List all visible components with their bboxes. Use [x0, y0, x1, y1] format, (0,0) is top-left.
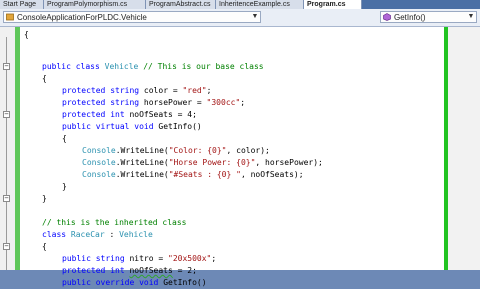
code-text-area[interactable]: { public class Vehicle // This is our ba…: [20, 27, 444, 287]
code-editor[interactable]: − − − − { public class Vehicle // This i…: [0, 27, 480, 287]
code-line: class RaceCar : Vehicle: [42, 230, 153, 239]
code-line: public override void GetInfo(): [62, 278, 207, 287]
document-tab-strip: Start Page ProgramPolymorphism.cs Progra…: [0, 0, 480, 9]
code-line: Console.WriteLine("#Seats : {0} ", noOfS…: [82, 170, 304, 179]
code-line: {: [42, 74, 47, 83]
member-dropdown-value: GetInfo(): [394, 13, 426, 22]
code-line: Console.WriteLine("Horse Power: {0}", ho…: [82, 158, 323, 167]
tab-program-polymorphism[interactable]: ProgramPolymorphism.cs: [44, 0, 146, 9]
tab-label: ProgramPolymorphism.cs: [47, 1, 128, 8]
tab-program-cs[interactable]: Program.cs: [304, 0, 362, 9]
code-line: // this is the inherited class: [42, 218, 187, 227]
collapse-icon[interactable]: −: [3, 243, 10, 250]
code-line: public virtual void GetInfo(): [62, 122, 202, 131]
chevron-down-icon[interactable]: ▼: [250, 12, 260, 22]
code-line: {: [24, 30, 29, 39]
tab-label: Start Page: [3, 1, 37, 8]
tab-program-abstract[interactable]: ProgramAbstract.cs: [146, 0, 216, 9]
code-line: protected int noOfSeats = 4;: [62, 110, 197, 119]
chevron-down-icon[interactable]: ▼: [466, 12, 476, 22]
code-line: protected string horsePower = "300cc";: [62, 98, 246, 107]
tab-label: ProgramAbstract.cs: [149, 1, 211, 8]
code-line: public string nitro = "20x500x";: [62, 254, 217, 263]
tab-label: InheritenceExample.cs: [219, 1, 290, 8]
class-dropdown[interactable]: ConsoleApplicationForPLDC.Vehicle ▼: [3, 11, 261, 23]
member-dropdown[interactable]: GetInfo() ▼: [380, 11, 477, 23]
collapse-icon[interactable]: −: [3, 195, 10, 202]
tab-label: Program.cs: [307, 1, 346, 8]
class-icon: [6, 13, 14, 21]
class-dropdown-value: ConsoleApplicationForPLDC.Vehicle: [17, 13, 147, 22]
code-line: protected string color = "red";: [62, 86, 212, 95]
code-line: {: [42, 242, 47, 251]
outline-guide: [6, 37, 7, 270]
code-line: }: [62, 182, 67, 191]
code-line: protected int noOfSeats = 2;: [62, 266, 197, 275]
code-line: public class Vehicle // This is our base…: [42, 62, 264, 71]
collapse-icon[interactable]: −: [3, 63, 10, 70]
outlining-margin: − − − −: [0, 27, 16, 270]
collapse-icon[interactable]: −: [3, 111, 10, 118]
tab-inheritence-example[interactable]: InheritenceExample.cs: [216, 0, 304, 9]
code-line: }: [42, 194, 47, 203]
code-line: Console.WriteLine("Color: {0}", color);: [82, 146, 270, 155]
warning-squiggle[interactable]: noOfSeats: [129, 266, 172, 275]
method-icon: [383, 13, 391, 21]
right-scroll-panel[interactable]: [448, 27, 480, 270]
code-line: {: [62, 134, 67, 143]
navigation-bar: ConsoleApplicationForPLDC.Vehicle ▼ GetI…: [0, 9, 480, 27]
tab-start-page[interactable]: Start Page: [0, 0, 44, 9]
